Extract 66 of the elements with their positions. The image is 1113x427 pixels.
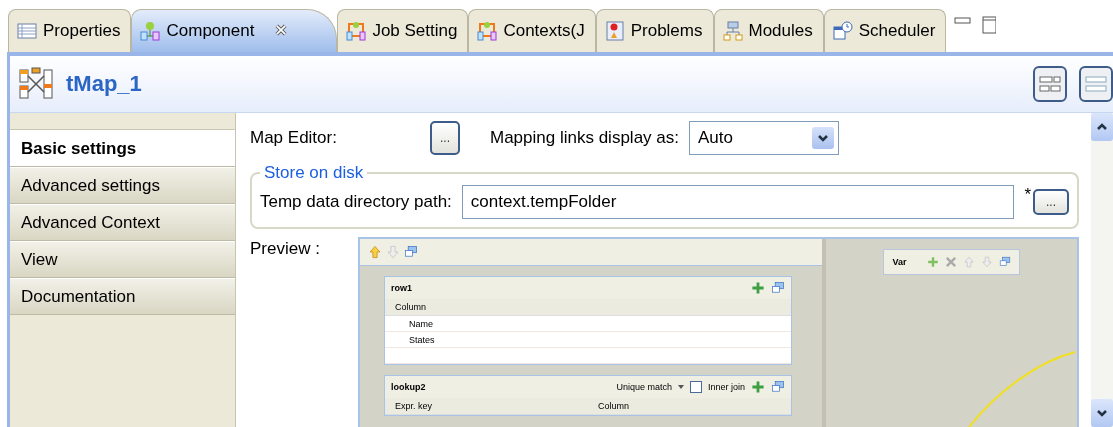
checkbox-label: Inner join	[707, 382, 745, 392]
panel-tab[interactable]: Problems	[595, 9, 714, 52]
sidebar-item[interactable]: Documentation	[10, 278, 235, 315]
up-arrow-icon	[962, 256, 975, 268]
down-arrow-icon	[980, 256, 993, 268]
panel-tab[interactable]: Scheduler	[823, 9, 947, 52]
add-icon	[751, 281, 765, 295]
window-icon	[771, 281, 785, 295]
field-label: Map Editor:	[250, 128, 338, 148]
layout-button[interactable]	[1033, 66, 1067, 102]
column-header: Column	[394, 302, 427, 312]
group-title: Store on disk	[263, 163, 365, 183]
mapping-dropdown[interactable]: Auto	[689, 121, 839, 155]
sidebar-item[interactable]: Advanced settings	[10, 167, 235, 204]
inner-join-checkbox[interactable]	[689, 381, 702, 393]
panel-tab[interactable]: Modules	[713, 9, 824, 52]
calendar-clock-icon	[832, 21, 853, 41]
table-title: row1	[391, 283, 413, 293]
column-header: Expr. key	[394, 401, 433, 411]
match-dropdown[interactable]: Unique match	[616, 382, 672, 392]
table-title: lookup2	[391, 382, 427, 392]
panel-tab[interactable]: Properties	[8, 9, 132, 52]
chevron-down-icon	[817, 133, 829, 143]
job-icon	[346, 21, 367, 41]
window-icon	[771, 380, 785, 394]
browse-button[interactable]: ...	[1033, 189, 1069, 215]
temp-path-field[interactable]: context.tempFolder	[461, 185, 1015, 219]
table-icon	[17, 21, 37, 41]
sidebar-item[interactable]: Advanced Context	[10, 204, 235, 241]
panel-tab[interactable]: Contexts(J	[468, 9, 596, 52]
dropdown-arrow-icon	[677, 384, 684, 390]
minimize-icon	[954, 16, 973, 26]
table-row: States	[385, 332, 791, 348]
maximize-icon	[982, 16, 997, 34]
mapping-icon	[18, 66, 54, 102]
close-icon[interactable]	[274, 22, 289, 37]
grid-layout-icon	[1038, 74, 1062, 94]
panel-tab[interactable]: Job Setting	[337, 9, 469, 52]
delete-icon	[944, 256, 957, 268]
column-header: Column	[597, 401, 630, 411]
required-mark: *	[1024, 185, 1031, 205]
table-row: Name	[385, 316, 791, 332]
field-label: Mapping links display as:	[490, 128, 679, 148]
scrollbar[interactable]	[1091, 113, 1113, 427]
problems-icon	[604, 21, 625, 41]
map-editor-button[interactable]: ...	[430, 121, 460, 155]
chevron-up-icon	[1096, 122, 1108, 132]
chevron-down-icon	[1096, 408, 1108, 418]
field-label: Preview :	[250, 239, 321, 259]
sidebar-item[interactable]: Basic settings	[10, 130, 235, 167]
window-icon	[998, 256, 1011, 268]
component-title: tMap_1	[66, 71, 143, 97]
component-icon	[140, 21, 161, 41]
panel-tab[interactable]: Component	[131, 9, 338, 52]
rows-layout-icon	[1084, 74, 1108, 94]
sidebar-item[interactable]: View	[10, 241, 235, 278]
field-label: Temp data directory path:	[260, 192, 452, 212]
down-arrow-icon	[386, 245, 400, 259]
layout-button[interactable]	[1079, 66, 1113, 102]
add-icon	[926, 256, 939, 268]
var-title: Var	[892, 257, 907, 267]
window-icon	[404, 245, 418, 259]
up-arrow-icon	[368, 245, 382, 259]
job-icon	[477, 21, 498, 41]
hierarchy-icon	[722, 21, 743, 41]
add-icon	[751, 380, 765, 394]
